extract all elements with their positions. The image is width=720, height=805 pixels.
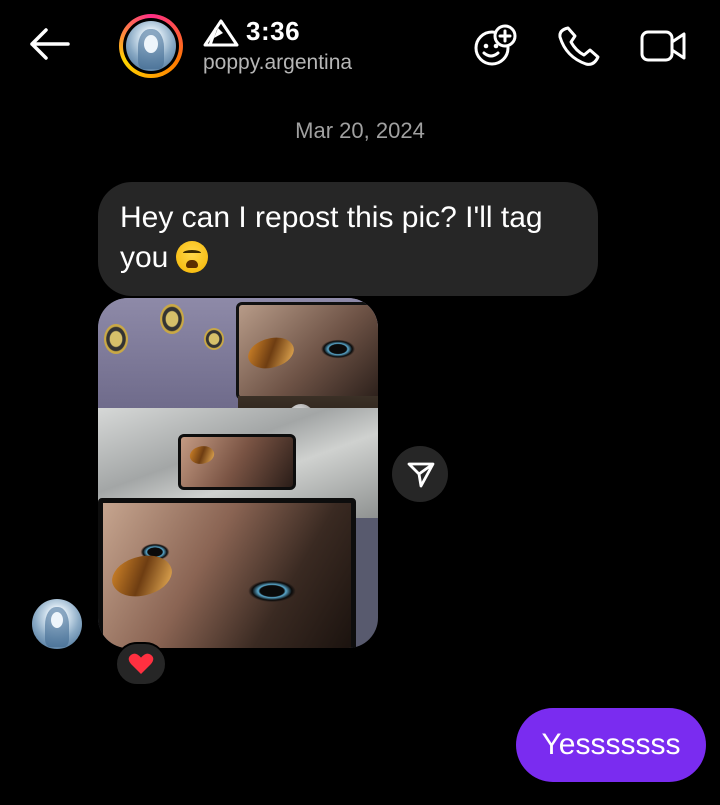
- effects-icon[interactable]: [472, 24, 520, 68]
- wall-frame-icon: [204, 328, 224, 350]
- header-time: 3:36: [246, 16, 301, 46]
- shared-photo[interactable]: [98, 298, 378, 648]
- profile-avatar[interactable]: [119, 14, 183, 78]
- incoming-message-bubble[interactable]: Hey can I repost this pic? I'll tag you: [98, 182, 598, 296]
- crying-face-emoji-icon: [176, 241, 209, 273]
- video-call-icon[interactable]: [638, 24, 688, 68]
- date-divider: Mar 20, 2024: [295, 118, 425, 143]
- sender-avatar[interactable]: [32, 599, 82, 649]
- wall-frame-icon: [160, 304, 184, 334]
- back-arrow-icon[interactable]: [26, 24, 72, 64]
- share-button[interactable]: [392, 446, 448, 502]
- heart-icon: [128, 653, 154, 674]
- phone-icon[interactable]: [556, 24, 602, 68]
- send-icon: [407, 462, 435, 488]
- wall-frame-icon: [104, 324, 128, 354]
- outgoing-message-bubble[interactable]: Yesssssss: [516, 708, 706, 782]
- status-triangle-icon: [203, 19, 239, 47]
- heart-reaction[interactable]: [115, 642, 167, 686]
- username[interactable]: poppy.argentina: [203, 51, 352, 75]
